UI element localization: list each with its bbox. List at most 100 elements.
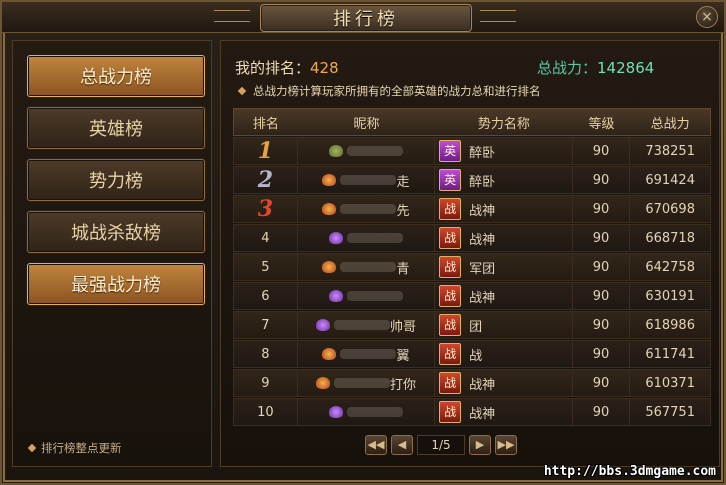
faction-badge-icon: 战 <box>439 314 462 336</box>
title-ornament-left <box>214 10 250 22</box>
prev-page-button[interactable]: ◀ <box>391 435 413 455</box>
tab-strongest-power[interactable]: 最强战力榜 <box>27 263 205 305</box>
next-page-button[interactable]: ▶ <box>469 435 491 455</box>
blurred-name <box>340 262 397 272</box>
blurred-name <box>346 407 403 417</box>
title-bar: 排行榜 × <box>2 2 724 33</box>
tab-faction[interactable]: 势力榜 <box>27 159 205 201</box>
rank-value: 9 <box>261 375 270 391</box>
avatar-icon <box>322 203 337 215</box>
faction-badge-icon: 战 <box>439 401 462 423</box>
rank-value: 3 <box>257 196 274 222</box>
nickname-text: 先 <box>396 203 410 219</box>
close-icon[interactable]: × <box>696 6 718 28</box>
rank-cell: 7 <box>234 312 298 338</box>
power-cell: 630191 <box>645 288 695 304</box>
faction-cell: 英醉卧 <box>435 138 573 164</box>
tab-hero[interactable]: 英雄榜 <box>27 107 205 149</box>
avatar-icon <box>322 348 337 360</box>
avatar-icon <box>328 406 343 418</box>
page-indicator: 1/5 <box>417 435 465 455</box>
nickname-cell: 帅哥 <box>298 312 436 338</box>
header-faction: 势力名称 <box>477 116 530 132</box>
faction-cell: 战战神 <box>435 370 573 396</box>
nickname-cell: 青 <box>298 254 436 280</box>
my-rank-value: 428 <box>310 59 339 77</box>
rank-value: 8 <box>261 346 270 362</box>
rank-cell: 5 <box>234 254 298 280</box>
table-row[interactable]: 6 战战神 90 630191 <box>233 282 711 310</box>
level-cell: 90 <box>573 167 631 193</box>
table-row[interactable]: 7 帅哥战团 90 618986 <box>233 311 711 339</box>
rank-value: 1 <box>257 138 274 164</box>
first-page-button[interactable]: ◀◀ <box>365 435 387 455</box>
level-cell: 90 <box>573 225 631 251</box>
window-title: 排行榜 <box>333 9 399 30</box>
title-ornament-right <box>480 10 516 22</box>
power-cell: 691424 <box>645 172 695 188</box>
rank-cell: 6 <box>234 283 298 309</box>
faction-name: 团 <box>469 319 483 335</box>
tab-total-power[interactable]: 总战力榜 <box>27 55 205 97</box>
table-body: 1 英醉卧 90 738251 2 走英醉卧 90 691424 3 先战战神 90 670698 4 战… <box>233 137 711 426</box>
avatar-icon <box>315 319 330 331</box>
nickname-text: 帅哥 <box>389 319 416 335</box>
table-row[interactable]: 4 战战神 90 668718 <box>233 224 711 252</box>
table-row[interactable]: 1 英醉卧 90 738251 <box>233 137 711 165</box>
faction-badge-icon: 战 <box>439 256 462 278</box>
diamond-icon <box>237 86 247 96</box>
my-rank-label: 我的排名： <box>235 59 311 77</box>
avatar-icon <box>322 174 337 186</box>
total-power: 总战力：142864 <box>537 57 654 78</box>
faction-badge-icon: 战 <box>439 198 462 220</box>
avatar-icon <box>315 377 330 389</box>
rank-value: 7 <box>261 317 270 333</box>
faction-badge-icon: 战 <box>439 343 462 365</box>
nickname-cell: 打你 <box>298 370 436 396</box>
faction-name: 军团 <box>469 261 496 277</box>
faction-name: 战神 <box>469 377 496 393</box>
faction-name: 战神 <box>469 203 496 219</box>
level-cell: 90 <box>573 341 631 367</box>
pagination: ◀◀ ◀ 1/5 ▶ ▶▶ <box>365 434 517 456</box>
table-row[interactable]: 10 战战神 90 567751 <box>233 398 711 426</box>
level-cell: 90 <box>573 196 631 222</box>
power-cell: 642758 <box>645 259 695 275</box>
blurred-name <box>346 146 403 156</box>
table-row[interactable]: 5 青战军团 90 642758 <box>233 253 711 281</box>
tab-city-war-kills[interactable]: 城战杀敌榜 <box>27 211 205 253</box>
blurred-name <box>340 175 397 185</box>
sidebar: 总战力榜 英雄榜 势力榜 城战杀敌榜 最强战力榜 排行榜整点更新 <box>12 40 212 467</box>
rank-cell: 2 <box>234 167 298 193</box>
rank-value: 2 <box>257 167 274 193</box>
level-cell: 90 <box>573 254 631 280</box>
table-row[interactable]: 8 翼战战 90 611741 <box>233 340 711 368</box>
ranking-table: 排名 昵称 势力名称 等级 总战力 1 英醉卧 90 738251 2 走英醉卧 90 691… <box>233 108 711 426</box>
power-cell: 738251 <box>645 143 695 159</box>
faction-cell: 战团 <box>435 312 573 338</box>
header-total-power: 总战力 <box>650 116 690 132</box>
table-row[interactable]: 9 打你战战神 90 610371 <box>233 369 711 397</box>
blurred-name <box>346 233 403 243</box>
power-cell: 618986 <box>645 317 695 333</box>
table-row[interactable]: 3 先 战战神 90 670698 <box>233 195 711 223</box>
table-row[interactable]: 2 走英醉卧 90 691424 <box>233 166 711 194</box>
level-cell: 90 <box>573 399 631 425</box>
nickname-cell: 先 <box>298 196 436 222</box>
avatar-icon <box>322 261 337 273</box>
nickname-cell: 走 <box>298 167 436 193</box>
faction-badge-icon: 英 <box>439 169 462 191</box>
last-page-button[interactable]: ▶▶ <box>495 435 517 455</box>
ranking-window: 排行榜 × 总战力榜 英雄榜 势力榜 城战杀敌榜 最强战力榜 排行榜整点更新 我… <box>0 0 726 485</box>
avatar-icon <box>328 145 343 157</box>
faction-badge-icon: 战 <box>439 227 462 249</box>
faction-name: 醉卧 <box>469 145 496 161</box>
faction-name: 战 <box>469 348 483 364</box>
faction-badge-icon: 战 <box>439 285 462 307</box>
power-cell: 670698 <box>645 201 695 217</box>
level-cell: 90 <box>573 283 631 309</box>
power-cell: 611741 <box>645 346 695 362</box>
diamond-icon <box>27 443 37 453</box>
rank-cell: 3 <box>234 196 298 222</box>
nickname-cell <box>298 399 436 425</box>
